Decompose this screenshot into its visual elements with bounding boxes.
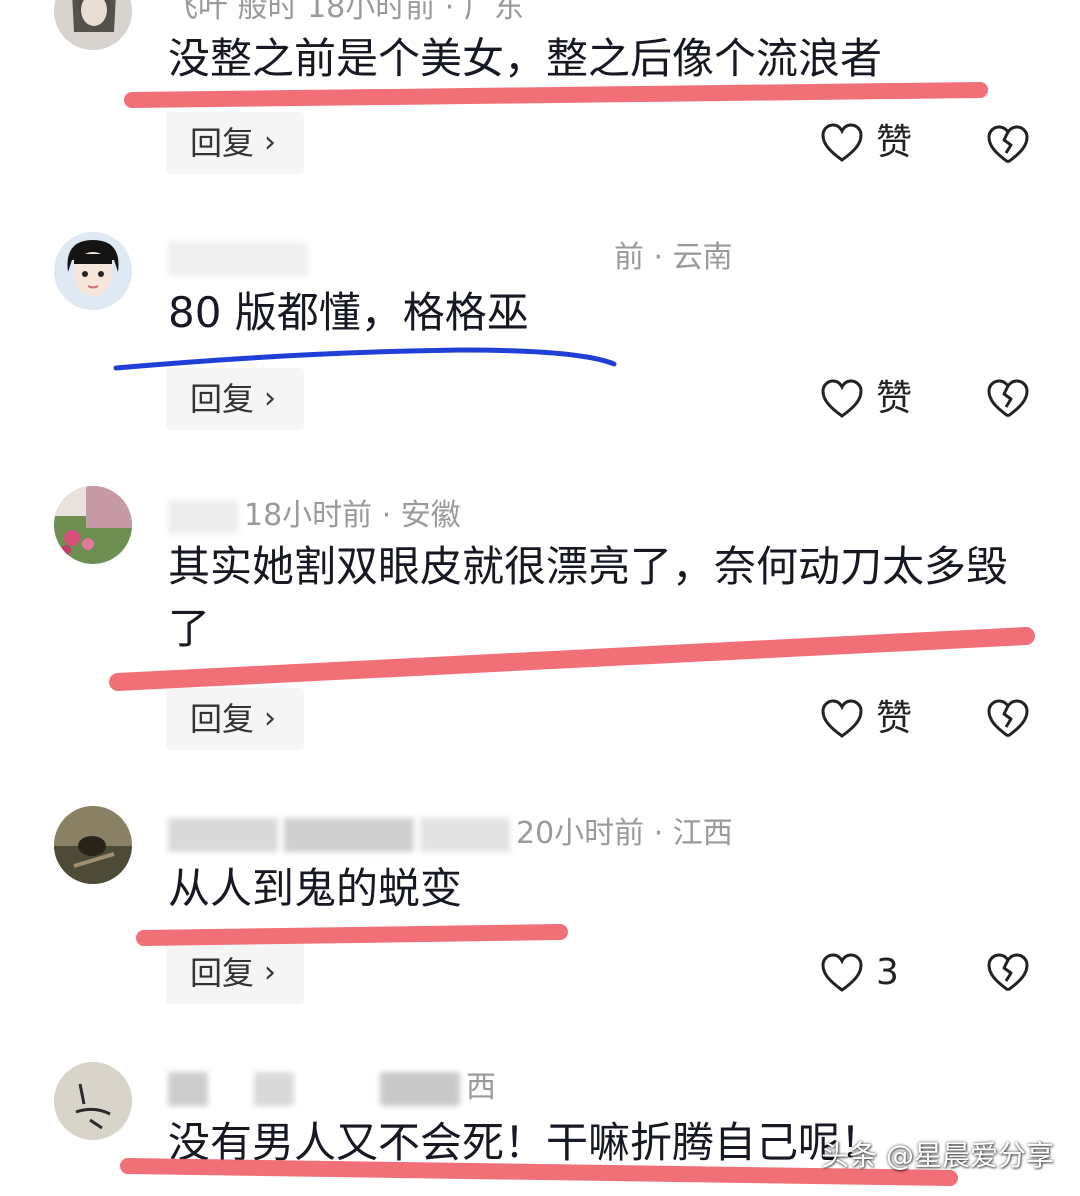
comment-meta: 18小时前 · 安徽: [168, 490, 461, 534]
username-blur: [168, 817, 278, 852]
chevron-right-icon: ›: [264, 955, 276, 990]
like-button[interactable]: 赞: [820, 118, 930, 168]
comment-text: 从人到鬼的蜕变: [168, 864, 463, 913]
username-blur: [284, 817, 414, 852]
comment-meta: 20小时前 · 江西: [168, 808, 733, 852]
comment-meta: 西: [168, 1062, 496, 1106]
avatar[interactable]: [54, 232, 132, 310]
comment-meta-text: 西: [466, 1070, 496, 1105]
comment-meta-text: 18小时前 · 安徽: [244, 498, 461, 533]
broken-heart-icon: [987, 953, 1029, 992]
like-count: 3: [876, 952, 899, 993]
chevron-right-icon: ›: [264, 125, 276, 160]
dislike-button[interactable]: [986, 696, 1030, 740]
avatar[interactable]: [54, 0, 132, 50]
heart-outline-icon: [821, 123, 863, 162]
broken-heart-icon: [987, 379, 1029, 418]
comment-meta-text: 20小时前 · 江西: [516, 816, 733, 851]
username-blur: [380, 1071, 460, 1106]
reply-button[interactable]: 回复 ›: [166, 368, 304, 430]
blue-underline: [113, 347, 617, 371]
red-underline: [136, 924, 568, 946]
reply-label: 回复: [190, 380, 255, 418]
heart-outline-icon: [821, 699, 863, 738]
comment-text: 其实她割双眼皮就很漂亮了，奈何动刀太多毁了: [168, 542, 1009, 653]
reply-label: 回复: [190, 700, 255, 738]
reply-label: 回复: [190, 954, 255, 992]
avatar[interactable]: [54, 1062, 132, 1140]
red-underline: [124, 82, 988, 108]
heart-outline-icon: [821, 379, 863, 418]
reply-button[interactable]: 回复 ›: [166, 688, 304, 750]
dislike-button[interactable]: [986, 376, 1030, 420]
comment-meta-text: 前 · 云南: [614, 240, 733, 275]
avatar[interactable]: [54, 486, 132, 564]
like-label: 赞: [876, 698, 913, 739]
dislike-button[interactable]: [986, 950, 1030, 994]
broken-heart-icon: [987, 699, 1029, 738]
broken-heart-icon: [987, 125, 1029, 164]
comment-text: 80 版都懂，格格巫: [168, 288, 529, 337]
like-label: 赞: [876, 122, 913, 163]
watermark: 头条 @星晨爱分享: [821, 1139, 1054, 1172]
like-label: 赞: [876, 378, 913, 419]
comment-text: 没整之前是个美女，整之后像个流浪者: [168, 34, 883, 83]
comment-meta: 飞叶 般时 18小时前 · 广东: [168, 0, 524, 25]
like-button[interactable]: 赞: [820, 694, 930, 744]
avatar[interactable]: [54, 806, 132, 884]
like-button[interactable]: 3: [820, 948, 930, 998]
username-blur: [254, 1071, 294, 1106]
username-blur: [168, 241, 308, 276]
dislike-button[interactable]: [986, 122, 1030, 166]
reply-button[interactable]: 回复 ›: [166, 942, 304, 1004]
like-button[interactable]: 赞: [820, 374, 930, 424]
username-blur: [420, 817, 510, 852]
reply-button[interactable]: 回复 ›: [166, 112, 304, 174]
chevron-right-icon: ›: [264, 381, 276, 416]
reply-label: 回复: [190, 124, 255, 162]
username-blur: [168, 499, 238, 534]
username-blur: [168, 1071, 208, 1106]
heart-outline-icon: [821, 953, 863, 992]
comment-meta: 前 · 云南: [168, 232, 733, 276]
chevron-right-icon: ›: [264, 701, 276, 736]
